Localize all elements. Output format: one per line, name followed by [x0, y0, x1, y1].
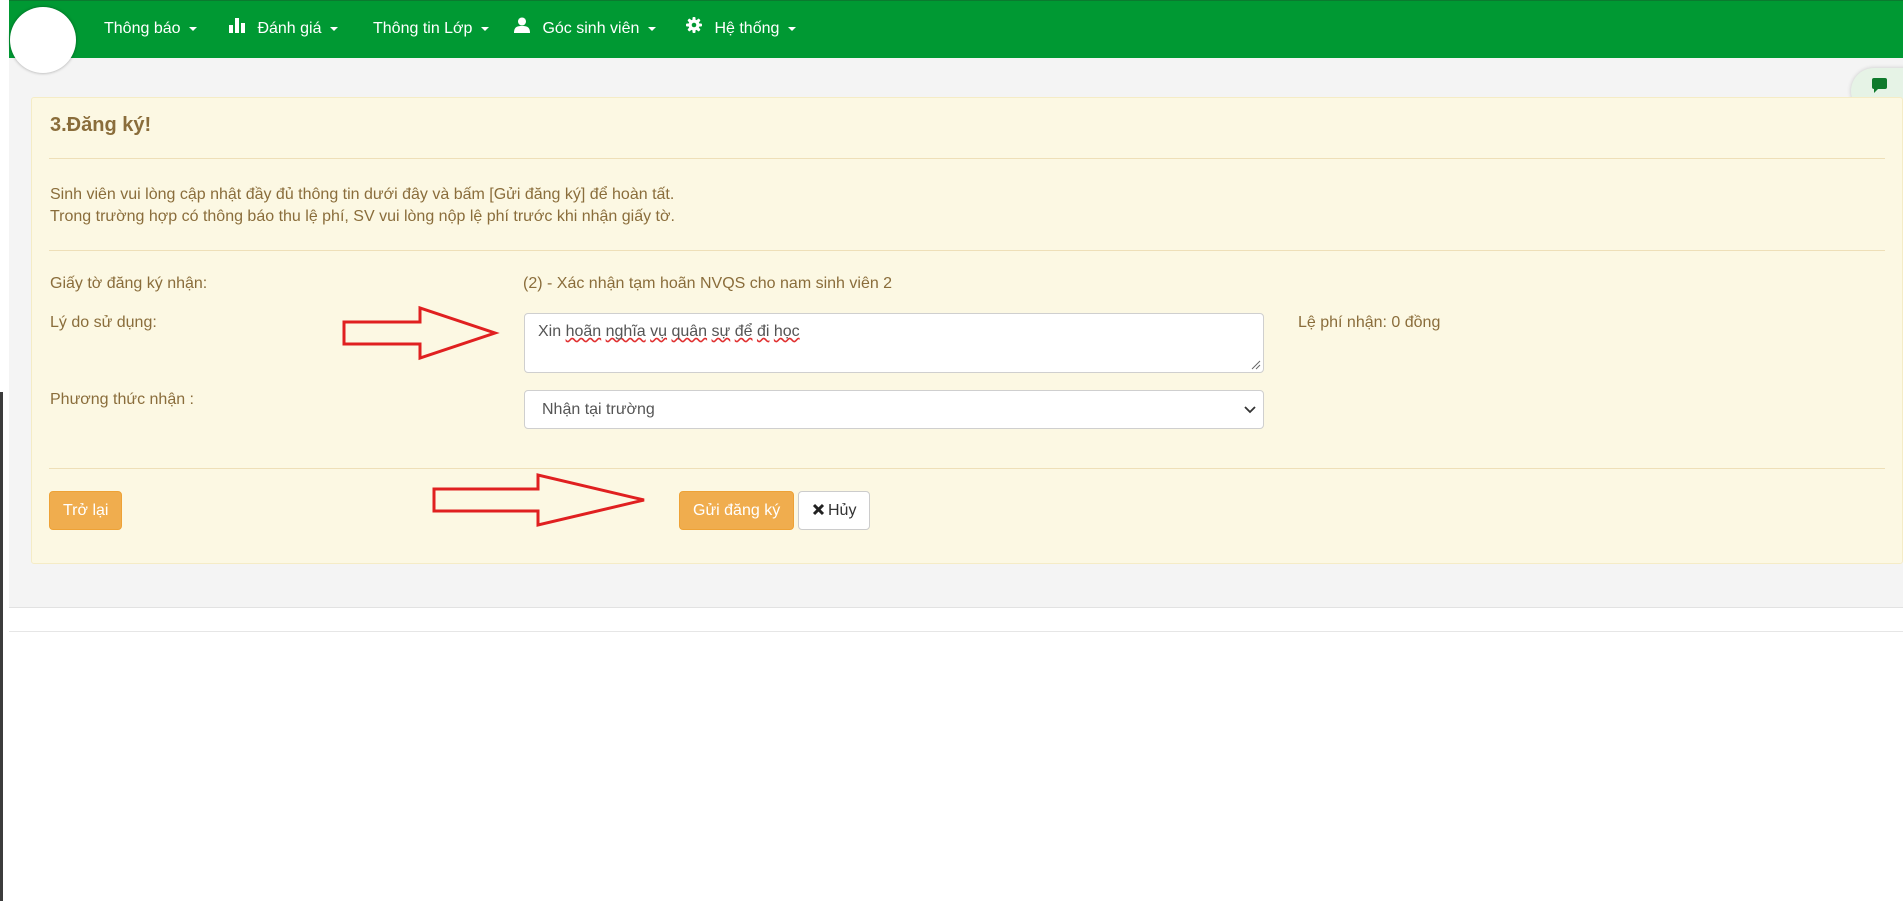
registration-panel: 3.Đăng ký! Sinh viên vui lòng cập nhật đ… [31, 97, 1903, 564]
nav-danh-gia-label: Đánh giá [257, 20, 322, 38]
left-dark-edge [0, 392, 3, 901]
document-value: (2) - Xác nhận tạm hoãn NVQS cho nam sin… [523, 275, 893, 292]
school-logo[interactable] [10, 7, 76, 73]
divider [49, 250, 1885, 251]
nav-he-thong-label: Hệ thống [714, 20, 780, 38]
submit-button[interactable]: Gửi đăng ký [679, 491, 795, 530]
method-label: Phương thức nhận : [50, 391, 194, 408]
chat-icon [1872, 78, 1887, 93]
nav-goc-sinh-vien[interactable]: Góc sinh viên [514, 1, 656, 57]
intro-line-1: Sinh viên vui lòng cập nhật đầy đủ thông… [50, 186, 675, 203]
method-selected-value: Nhận tại trường [542, 401, 655, 418]
chevron-down-icon [480, 26, 489, 31]
chevron-down-icon [188, 26, 197, 31]
back-button[interactable]: Trở lại [49, 491, 123, 530]
chevron-down-icon [1244, 406, 1256, 414]
document-label: Giấy tờ đăng ký nhận: [50, 275, 208, 292]
resize-handle-icon[interactable] [1251, 360, 1261, 370]
nav-goc-sinh-vien-label: Góc sinh viên [542, 20, 640, 38]
intro-line-2: Trong trường hợp có thông báo thu lệ phí… [50, 208, 675, 225]
nav-thong-bao-label: Thông báo [104, 20, 181, 37]
cancel-button[interactable]: Hủy [798, 491, 871, 530]
left-window-edge [0, 0, 9, 901]
reason-label: Lý do sử dụng: [50, 314, 157, 331]
page-divider [9, 631, 1903, 632]
divider [49, 158, 1885, 159]
annotation-arrow [342, 305, 500, 361]
method-select[interactable]: Nhận tại trường [524, 390, 1264, 429]
intro-text: Sinh viên vui lòng cập nhật đầy đủ thông… [50, 184, 675, 228]
chevron-down-icon [647, 27, 656, 31]
nav-thong-tin-lop[interactable]: Thông tin Lớp [373, 1, 489, 57]
cancel-label: Hủy [828, 502, 857, 519]
reason-text: Xin hoãn nghĩa vụ quân sự để đi học [538, 323, 800, 340]
close-icon [812, 503, 825, 516]
user-icon [514, 1, 530, 57]
nav-danh-gia[interactable]: Đánh giá [229, 1, 338, 57]
nav-he-thong[interactable]: Hệ thống [686, 1, 796, 57]
nav-thong-bao[interactable]: Thông báo [104, 1, 197, 57]
fee-text: Lệ phí nhận: 0 đồng [1298, 314, 1441, 331]
app-window: Thông báo Đánh giá Thông tin Lớp Góc sin… [9, 0, 1903, 608]
top-navbar: Thông báo Đánh giá Thông tin Lớp Góc sin… [9, 0, 1903, 73]
annotation-arrow [432, 473, 645, 527]
bar-chart-icon [229, 1, 245, 57]
chevron-down-icon [787, 27, 796, 31]
nav-thong-tin-lop-label: Thông tin Lớp [373, 20, 473, 37]
chevron-down-icon [329, 27, 338, 31]
reason-textarea[interactable]: Xin hoãn nghĩa vụ quân sự để đi học [524, 313, 1264, 373]
panel-title: 3.Đăng ký! [50, 114, 152, 136]
gear-icon [686, 1, 702, 57]
divider [49, 468, 1885, 469]
